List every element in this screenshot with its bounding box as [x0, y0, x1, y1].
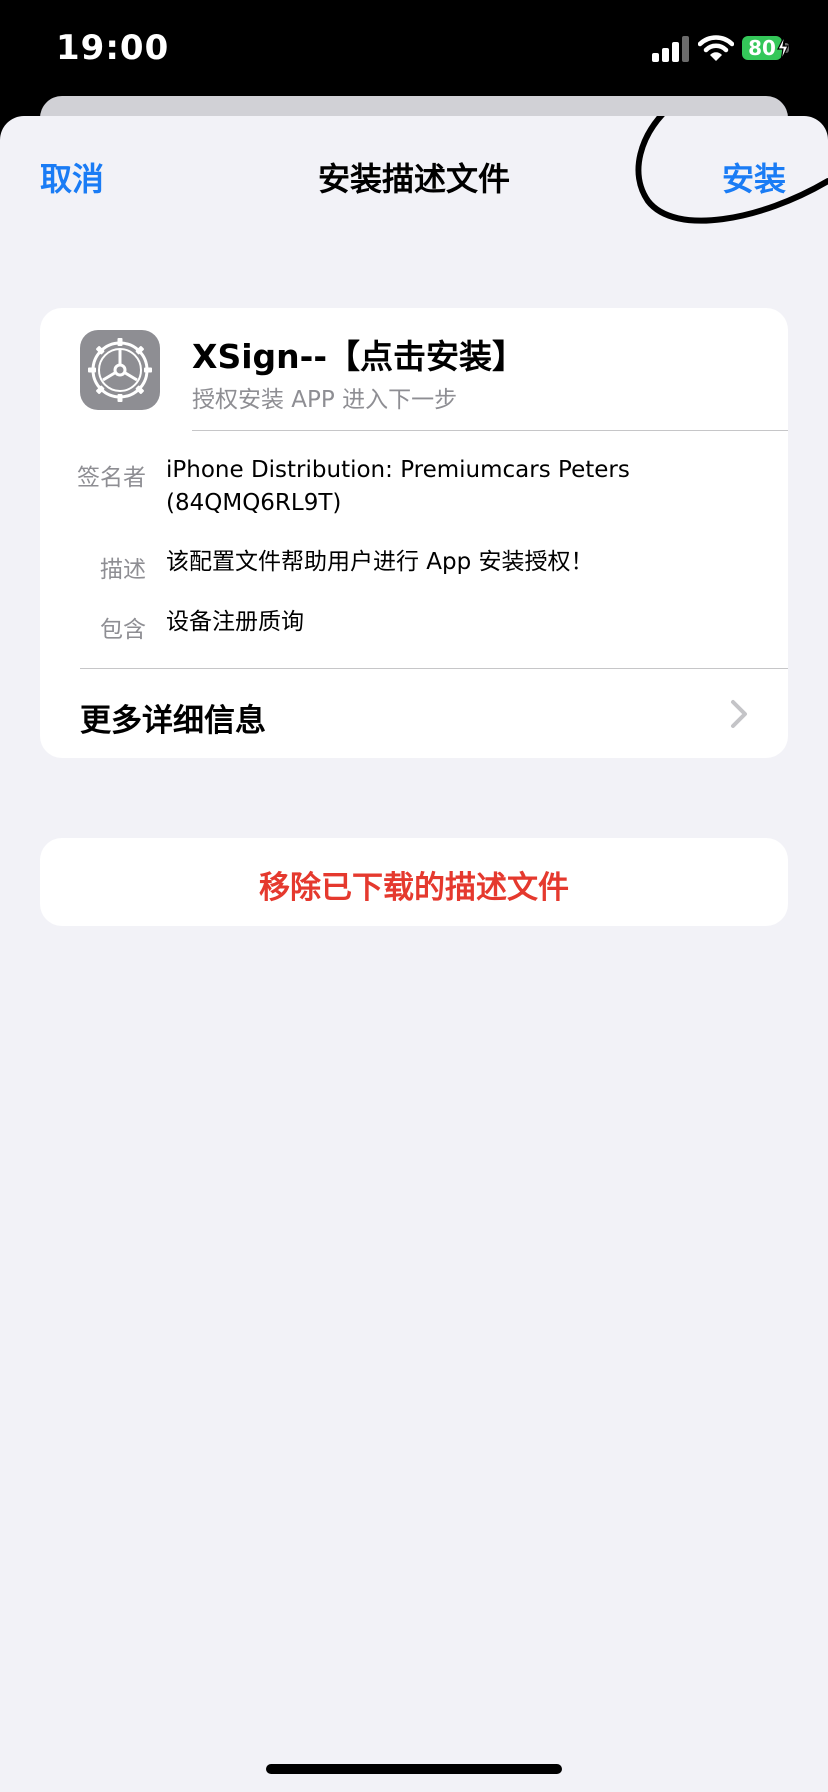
install-profile-sheet: 安装描述文件 取消 安装 XSign--【点击安装】 授权安装 APP 进入下一…: [0, 116, 828, 1792]
chevron-right-icon: [731, 700, 747, 728]
cancel-button[interactable]: 取消: [40, 154, 104, 200]
page-title: 安装描述文件: [317, 160, 510, 198]
status-bar: 19:00 80: [0, 0, 828, 100]
cellular-signal-icon: [652, 36, 689, 62]
remove-profile-button[interactable]: 移除已下载的描述文件: [40, 838, 788, 926]
signer-label: 签名者: [77, 465, 146, 491]
contains-value: 设备注册质询: [166, 609, 304, 635]
home-indicator[interactable]: [266, 1764, 562, 1774]
profile-info-card: XSign--【点击安装】 授权安装 APP 进入下一步 签名者 iPhone …: [40, 308, 788, 758]
description-label: 描述: [100, 557, 146, 583]
battery-charging-icon: 80: [742, 34, 794, 62]
contains-label: 包含: [100, 617, 146, 643]
charging-bolt-icon: [777, 34, 789, 62]
screen: 19:00 80 安装描述文件 取消 安装 XSign--【点击安装】 授权安装…: [0, 0, 828, 1792]
divider: [192, 430, 788, 431]
settings-gear-icon: [80, 330, 160, 410]
more-details-label: 更多详细信息: [80, 703, 266, 739]
status-time: 19:00: [56, 28, 170, 68]
more-details-row[interactable]: 更多详细信息: [40, 669, 788, 758]
remove-profile-label: 移除已下载的描述文件: [259, 870, 569, 906]
description-value: 该配置文件帮助用户进行 App 安装授权！: [166, 549, 594, 575]
install-button[interactable]: 安装: [722, 154, 786, 200]
profile-subtitle: 授权安装 APP 进入下一步: [192, 387, 458, 413]
wifi-icon: [698, 35, 734, 61]
profile-name: XSign--【点击安装】: [192, 337, 526, 376]
signer-value: iPhone Distribution: Premiumcars Peters …: [166, 457, 630, 516]
